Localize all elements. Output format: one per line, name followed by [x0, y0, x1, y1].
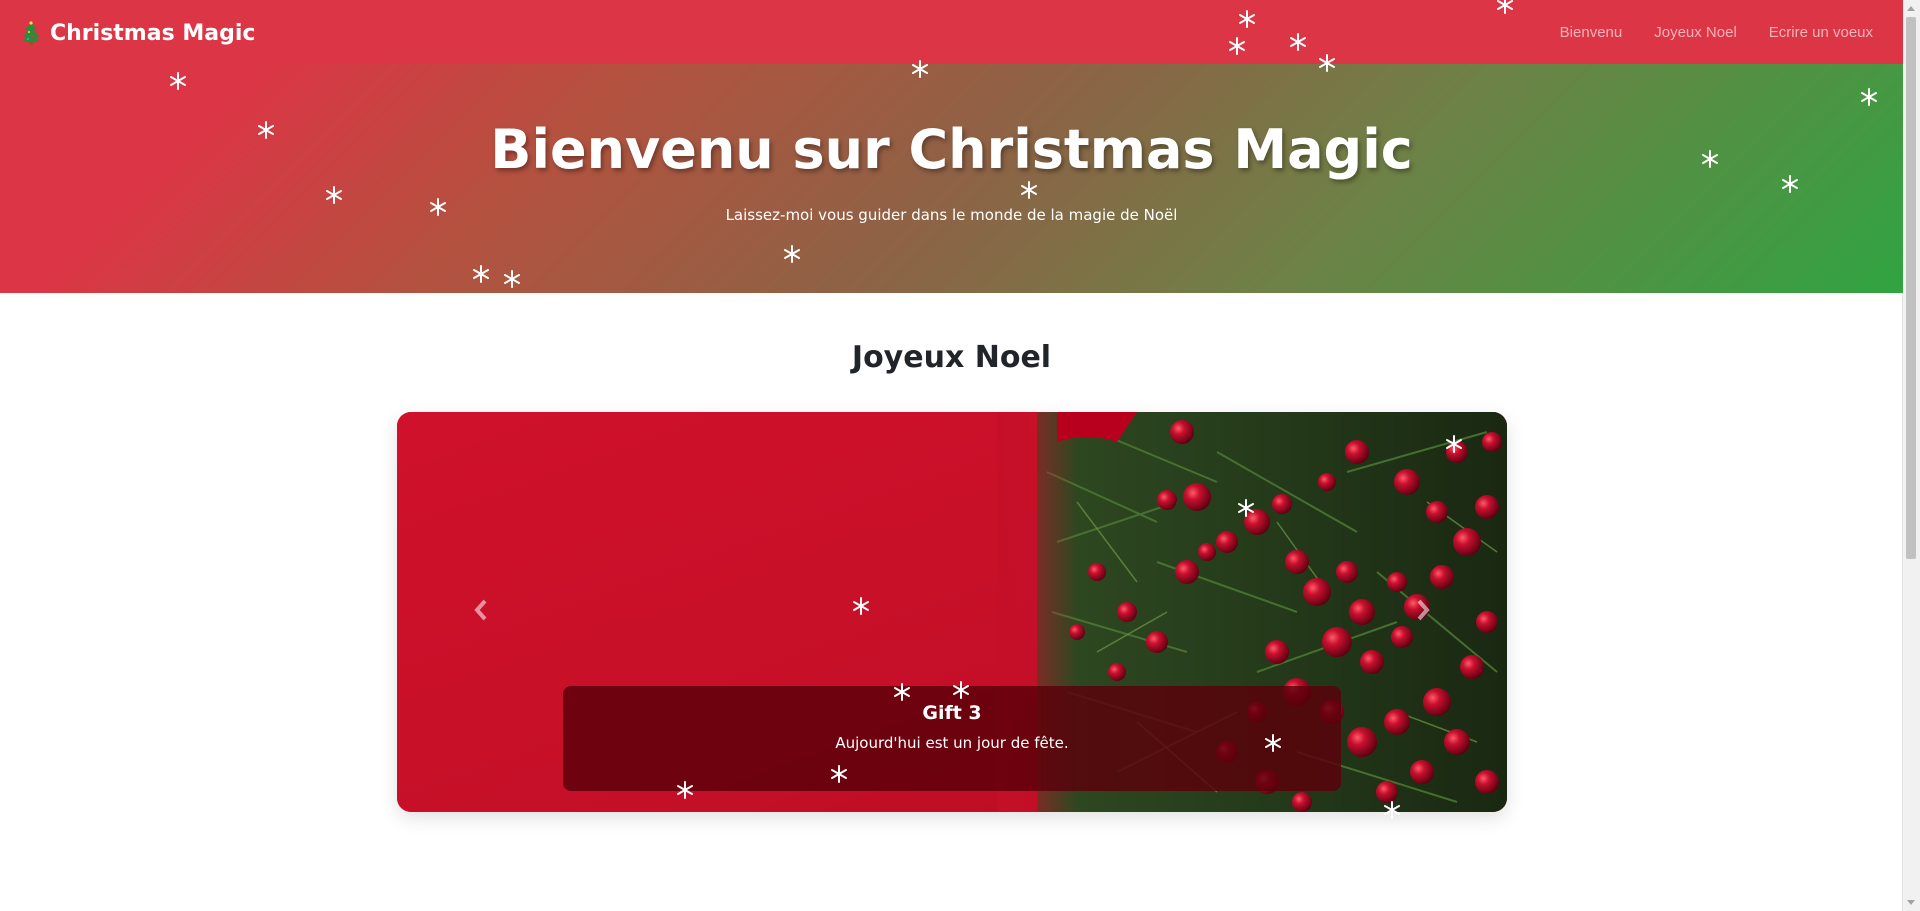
- scroll-down-icon[interactable]: [1907, 900, 1915, 905]
- christmas-tree-icon: [22, 21, 40, 45]
- page-scrollbar[interactable]: [1902, 0, 1920, 911]
- caption-text: Aujourd'hui est un jour de fête.: [835, 734, 1069, 752]
- page: Christmas Magic Bienvenu Joyeux Noel Ecr…: [0, 0, 1903, 911]
- section-title: Joyeux Noel: [851, 340, 1052, 375]
- caption-title: Gift 3: [922, 702, 982, 724]
- carousel-caption: Gift 3 Aujourd'hui est un jour de fête.: [563, 686, 1341, 791]
- chevron-right-icon: [1415, 599, 1431, 625]
- nav-links: Bienvenu Joyeux Noel Ecrire un voeux: [1560, 0, 1873, 64]
- hero-subtitle: Laissez-moi vous guider dans le monde de…: [725, 206, 1178, 224]
- carousel: Gift 3 Aujourd'hui est un jour de fête.: [397, 412, 1507, 812]
- navbar: Christmas Magic Bienvenu Joyeux Noel Ecr…: [0, 0, 1903, 64]
- chevron-left-icon: [473, 599, 489, 625]
- nav-link-joyeux-noel[interactable]: Joyeux Noel: [1654, 24, 1737, 41]
- carousel-next-button[interactable]: [1403, 592, 1443, 632]
- carousel-prev-button[interactable]: [461, 592, 501, 632]
- brand-link[interactable]: Christmas Magic: [22, 18, 255, 48]
- hero-title: Bienvenu sur Christmas Magic: [490, 118, 1413, 181]
- nav-link-bienvenu[interactable]: Bienvenu: [1560, 24, 1623, 41]
- nav-link-ecrire-un-voeux[interactable]: Ecrire un voeux: [1769, 24, 1873, 41]
- brand-label: Christmas Magic: [50, 20, 256, 46]
- scroll-up-icon[interactable]: [1907, 6, 1915, 11]
- scrollbar-thumb[interactable]: [1906, 17, 1916, 559]
- hero-banner: Bienvenu sur Christmas Magic Laissez-moi…: [0, 64, 1903, 293]
